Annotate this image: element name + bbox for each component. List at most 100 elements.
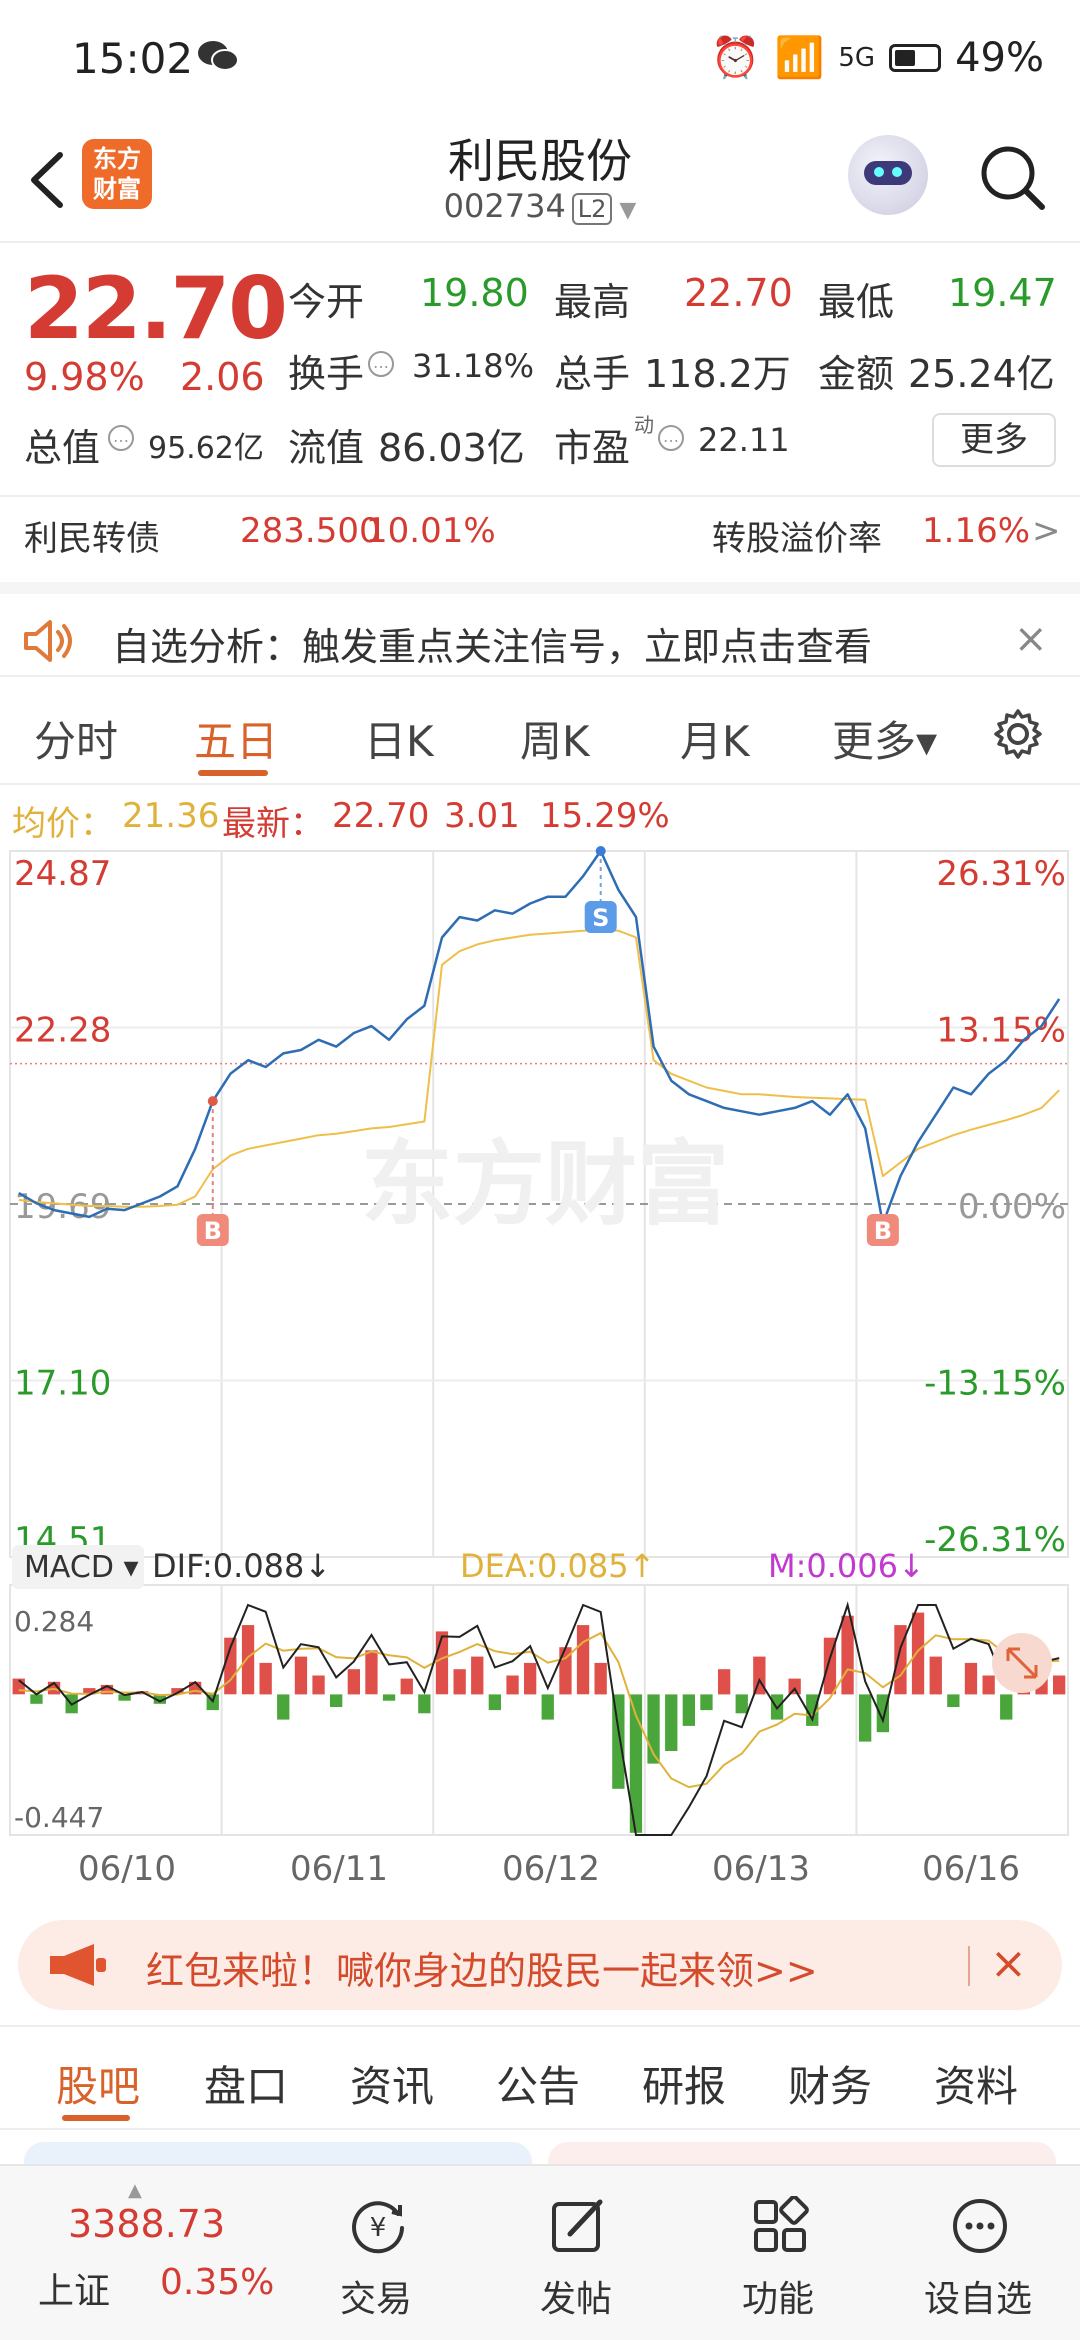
index-ticker[interactable]: ▲ 3388.73 上证 0.35% bbox=[0, 2166, 274, 2340]
buy-marker-label: B bbox=[874, 1217, 892, 1245]
change-percent: 9.98% bbox=[24, 355, 145, 399]
bottom-nav: ▲ 3388.73 上证 0.35% ¥ 交易 发帖 功能 设自选 bbox=[0, 2164, 1080, 2340]
info-icon[interactable]: … bbox=[368, 351, 394, 377]
volume-label: 总手 bbox=[554, 352, 631, 396]
battery-icon bbox=[889, 43, 942, 72]
float-value: 86.03亿 bbox=[378, 426, 525, 470]
turnover-value: 31.18% bbox=[412, 347, 535, 385]
nav-label: 交易 bbox=[339, 2279, 412, 2320]
tab-five-day[interactable]: 五日 bbox=[194, 708, 278, 769]
avg-value: 21.36 bbox=[122, 796, 220, 836]
nav-functions[interactable]: 功能 bbox=[678, 2166, 878, 2340]
dropdown-caret-icon: ▼ bbox=[612, 198, 637, 223]
macd-bar bbox=[700, 1694, 713, 1711]
wifi-icon: 📶 bbox=[774, 35, 825, 81]
robot-assistant-icon[interactable] bbox=[848, 135, 928, 215]
status-right: ⏰ 📶 5G 49% bbox=[710, 34, 1044, 82]
status-bar: 15:02 ⏰ 📶 5G 49% bbox=[0, 0, 1080, 115]
tab-weekly-k[interactable]: 周K bbox=[520, 708, 590, 769]
date-axis: 06/10 06/11 06/12 06/13 06/16 bbox=[0, 1845, 1080, 1895]
high-label: 最高 bbox=[554, 280, 631, 324]
watermark: 东方财富 bbox=[361, 1131, 729, 1238]
y-tick-label-pct: -26.31% bbox=[924, 1520, 1066, 1560]
index-value: 3388.73 bbox=[68, 2202, 226, 2246]
tab-news[interactable]: 资讯 bbox=[350, 2053, 434, 2114]
premium-value: 1.16% bbox=[922, 511, 1031, 551]
premium-label: 转股溢价率 bbox=[712, 519, 882, 559]
change-amount: 2.06 bbox=[180, 355, 265, 399]
date-label: 06/16 bbox=[922, 1849, 1020, 1889]
latest-value: 22.70 bbox=[332, 796, 430, 836]
notice-bar[interactable]: 自选分析：触发重点关注信号，立即点击查看 × bbox=[0, 582, 1080, 677]
info-icon[interactable]: … bbox=[658, 425, 684, 451]
amount-value: 25.24亿 bbox=[908, 352, 1055, 396]
banner-text: 红包来啦！喊你身边的股民一起来领>> bbox=[146, 1949, 818, 1993]
info-icon[interactable]: … bbox=[108, 425, 134, 451]
marker-dot bbox=[207, 1096, 218, 1107]
red-packet-banner[interactable]: 红包来啦！喊你身边的股民一起来领>> × bbox=[18, 1920, 1062, 2010]
macd-bottom-tick: -0.447 bbox=[14, 1801, 104, 1834]
dif-label: DIF:0.088↓ bbox=[152, 1547, 331, 1585]
macd-bar bbox=[453, 1669, 466, 1695]
date-label: 06/11 bbox=[290, 1849, 388, 1889]
nav-post[interactable]: 发帖 bbox=[476, 2166, 676, 2340]
y-tick-label: 22.28 bbox=[14, 1011, 111, 1051]
dif-line bbox=[18, 1601, 1060, 1836]
tab-monthly-k[interactable]: 月K bbox=[680, 708, 750, 769]
pe-label: 市盈 bbox=[554, 426, 631, 470]
macd-bar bbox=[594, 1662, 607, 1695]
bond-name: 利民转债 bbox=[24, 519, 160, 559]
megaphone-icon bbox=[50, 1944, 106, 1986]
bond-price: 283.500 bbox=[240, 511, 381, 551]
nav-trade[interactable]: ¥ 交易 bbox=[276, 2166, 476, 2340]
macd-bar bbox=[435, 1631, 449, 1695]
chart-period-tabs: 分时 五日 日K 周K 月K 更多▾ bbox=[0, 680, 1080, 785]
macd-bar bbox=[312, 1675, 325, 1695]
open-value: 19.80 bbox=[420, 271, 529, 315]
tab-more[interactable]: 更多▾ bbox=[832, 708, 937, 769]
latest-label: 最新： bbox=[222, 804, 324, 844]
macd-bar bbox=[294, 1656, 308, 1695]
tab-intraday[interactable]: 分时 bbox=[34, 708, 118, 769]
five-day-chart[interactable]: 东方财富24.87 26.31%22.28 13.15%19.69 0.00%17.1… bbox=[0, 845, 1080, 1845]
tab-order-book[interactable]: 盘口 bbox=[204, 2053, 288, 2114]
macd-bar bbox=[471, 1656, 484, 1695]
tab-guba[interactable]: 股吧 bbox=[56, 2053, 140, 2114]
close-icon[interactable]: × bbox=[990, 1938, 1027, 1989]
price-summary-line: 均价： 21.36 最新： 22.70 3.01 15.29% bbox=[0, 790, 1080, 844]
nav-add-watchlist[interactable]: 设自选 bbox=[878, 2166, 1078, 2340]
more-button[interactable]: 更多 bbox=[932, 413, 1056, 467]
divider bbox=[968, 1946, 970, 1986]
macd-bar bbox=[788, 1678, 801, 1695]
gear-icon[interactable] bbox=[992, 708, 1044, 760]
macd-frame bbox=[9, 1584, 1069, 1836]
pe-superscript: 动 bbox=[634, 413, 654, 437]
close-icon[interactable]: × bbox=[1014, 616, 1048, 662]
macd-bar bbox=[330, 1694, 343, 1707]
trade-icon: ¥ bbox=[352, 2201, 404, 2254]
macd-top-tick: 0.284 bbox=[14, 1605, 94, 1638]
macd-bar bbox=[277, 1694, 290, 1720]
convertible-bond-row[interactable]: 利民转债 283.500 10.01% 转股溢价率 1.16% > bbox=[0, 495, 1080, 575]
macd-bar bbox=[964, 1662, 978, 1695]
tab-announcements[interactable]: 公告 bbox=[496, 2053, 580, 2114]
macd-bar bbox=[911, 1612, 925, 1695]
tab-financials[interactable]: 财务 bbox=[788, 2053, 872, 2114]
caret-up-icon: ▲ bbox=[128, 2180, 142, 2201]
macd-bar bbox=[347, 1669, 360, 1695]
tab-profile[interactable]: 资料 bbox=[934, 2053, 1018, 2114]
macd-bar bbox=[259, 1662, 272, 1695]
macd-bar bbox=[718, 1669, 731, 1695]
low-label: 最低 bbox=[818, 280, 895, 324]
y-tick-label: 17.10 bbox=[14, 1364, 111, 1404]
tab-research[interactable]: 研报 bbox=[642, 2053, 726, 2114]
buy-marker-label: B bbox=[204, 1217, 222, 1245]
macd-bar bbox=[859, 1694, 872, 1742]
search-icon[interactable] bbox=[978, 143, 1048, 213]
tab-daily-k[interactable]: 日K bbox=[364, 708, 434, 769]
macd-bar bbox=[1000, 1694, 1013, 1720]
index-pct: 0.35% bbox=[160, 2262, 275, 2303]
alarm-icon: ⏰ bbox=[710, 35, 761, 81]
chevron-right-icon: > bbox=[1032, 511, 1061, 551]
svg-text:¥: ¥ bbox=[370, 2213, 387, 2243]
